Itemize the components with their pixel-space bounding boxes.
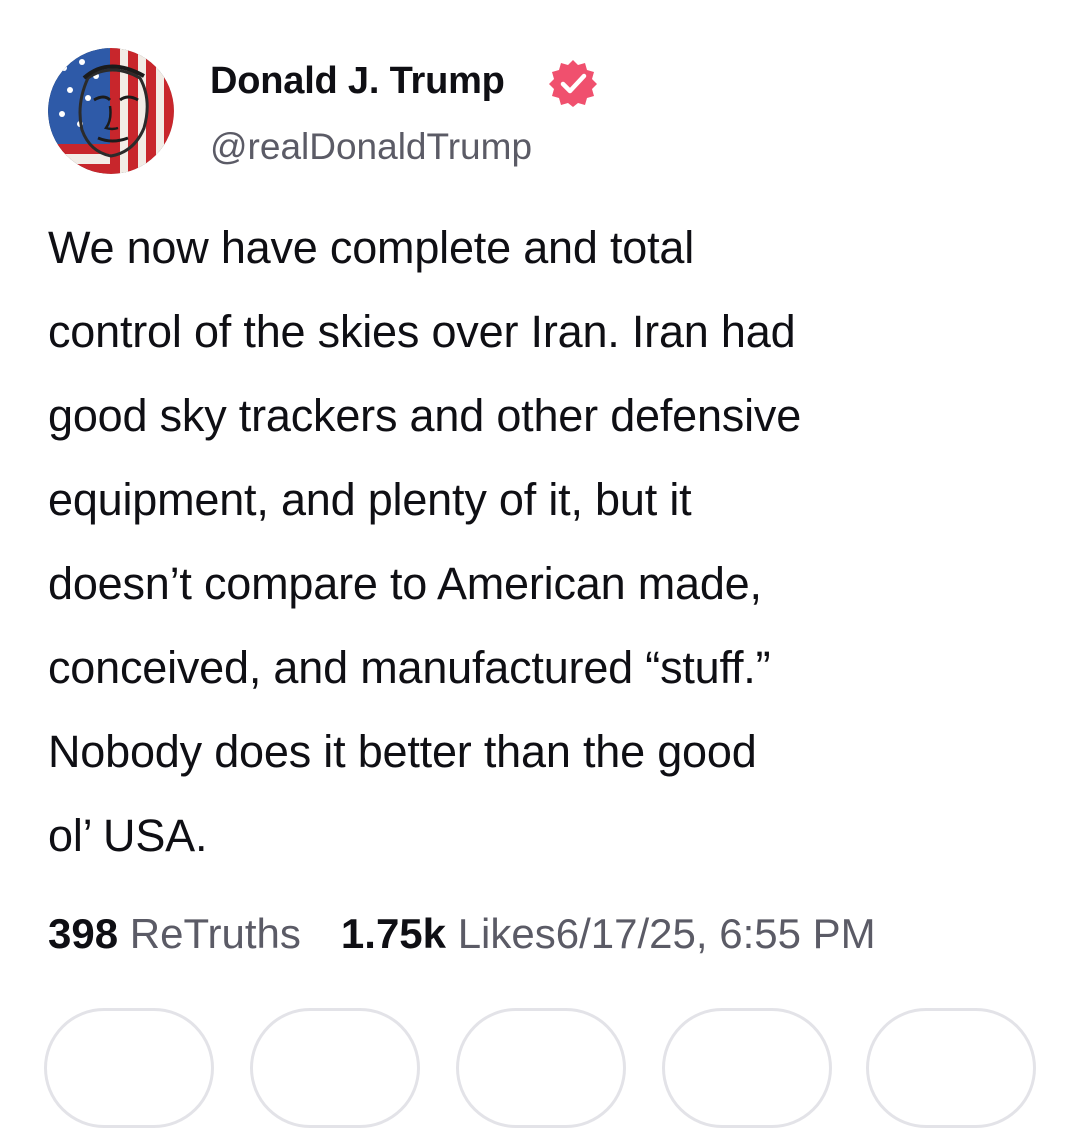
author-handle[interactable]: @realDonaldTrump <box>210 124 532 170</box>
post-body-line: good sky trackers and other defensive <box>48 390 802 441</box>
reply-button[interactable] <box>44 1008 214 1128</box>
author-display-name[interactable]: Donald J. Trump <box>210 58 505 104</box>
likes-stat[interactable]: 1.75k Likes <box>341 906 556 962</box>
post-body-line: Nobody does it better than the good <box>48 726 757 777</box>
more-button[interactable] <box>866 1008 1036 1128</box>
retruths-count: 398 <box>48 910 119 957</box>
action-bar <box>0 1008 1080 1128</box>
post-stats: 398 ReTruths 1.75k Likes6/17/25, 6:55 PM <box>48 906 876 962</box>
post-card: Donald J. Trump @realDonaldTrump We now … <box>0 0 1080 1128</box>
retruths-stat[interactable]: 398 ReTruths <box>48 906 301 962</box>
likes-count: 1.75k <box>340 910 447 957</box>
post-body-line: We now have complete and total <box>48 222 695 273</box>
post-body-line: equipment, and plenty of it, but it <box>48 474 692 525</box>
post-body-line: doesn’t compare to American made, <box>48 558 762 609</box>
post-body: We now have complete and total control o… <box>48 206 1048 878</box>
like-button[interactable] <box>456 1008 626 1128</box>
likes-label: Likes <box>457 910 556 957</box>
avatar-flag-portrait-icon <box>48 48 174 174</box>
retruths-label: ReTruths <box>129 910 301 957</box>
retruth-button[interactable] <box>250 1008 420 1128</box>
verified-badge-icon <box>549 60 597 107</box>
post-body-line: control of the skies over Iran. Iran had <box>48 306 796 357</box>
post-body-line: ol’ USA. <box>48 810 208 861</box>
author-avatar[interactable] <box>48 48 174 174</box>
post-body-line: conceived, and manufactured “stuff.” <box>48 642 771 693</box>
share-button[interactable] <box>662 1008 832 1128</box>
post-timestamp: 6/17/25, 6:55 PM <box>555 910 876 957</box>
